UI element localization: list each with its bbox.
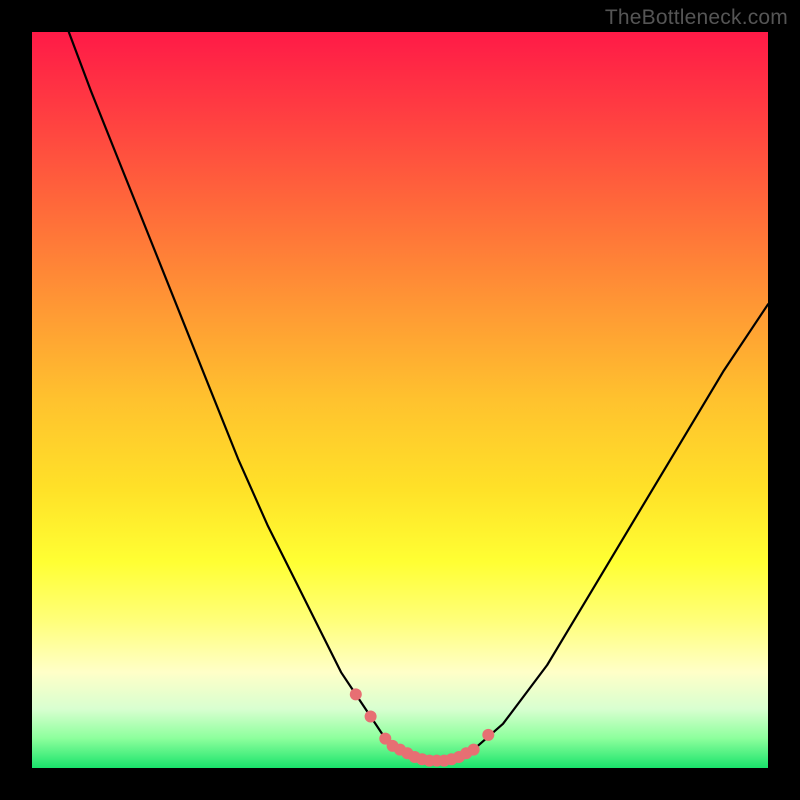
- sweet-spot-markers: [350, 688, 495, 766]
- plot-area: [32, 32, 768, 768]
- marker-dot: [482, 729, 494, 741]
- chart-frame: TheBottleneck.com: [0, 0, 800, 800]
- marker-dot: [350, 688, 362, 700]
- bottleneck-curve: [69, 32, 768, 761]
- watermark-label: TheBottleneck.com: [605, 6, 788, 30]
- marker-dot: [468, 744, 480, 756]
- marker-dot: [365, 711, 377, 723]
- chart-svg: [32, 32, 768, 768]
